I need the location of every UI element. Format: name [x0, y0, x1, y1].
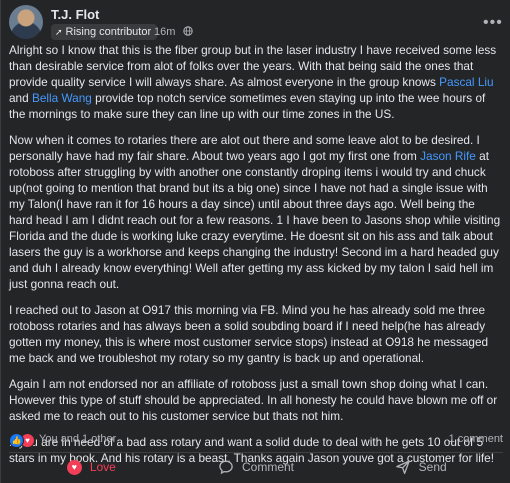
author-avatar[interactable] [9, 5, 43, 39]
love-label: Love [89, 460, 116, 474]
reaction-summary[interactable]: 👍 ♥ You and 1 other 1 comment [9, 432, 503, 448]
paragraph-4: Again I am not endorsed nor an affiliate… [9, 377, 498, 423]
send-icon [395, 460, 410, 475]
like-reaction-icon: 👍 [9, 433, 24, 448]
reaction-count[interactable]: You and 1 other [39, 433, 116, 445]
action-bar: ♥ Love Comment Send [9, 455, 503, 479]
post-timestamp[interactable]: 16m [154, 26, 175, 38]
author-name[interactable]: T.J. Flot [51, 7, 99, 22]
comment-button[interactable]: Comment [174, 455, 339, 479]
comment-icon [219, 460, 233, 475]
mention-bella-wang[interactable]: Bella Wang [32, 91, 92, 105]
send-button[interactable]: Send [338, 455, 503, 479]
mention-jason-rife[interactable]: Jason Rife [420, 149, 476, 163]
comment-count[interactable]: 1 comment [449, 433, 503, 445]
paragraph-2: Now when it comes to rotaries there are … [9, 133, 501, 291]
more-options-icon[interactable]: ••• [483, 14, 503, 32]
post-card: T.J. Flot ➚ Rising contributor · 16m •••… [0, 0, 510, 483]
badge-label: Rising contributor [65, 26, 152, 38]
separator-dot: · [147, 26, 151, 38]
mention-pascal-liu[interactable]: Pascal Liu [439, 75, 493, 89]
love-button[interactable]: ♥ Love [9, 455, 174, 479]
paragraph-3: I reached out to Jason at O917 this morn… [9, 303, 489, 365]
post-header: T.J. Flot ➚ Rising contributor · 16m ••• [9, 4, 505, 42]
post-body: Alright so I know that this is the fiber… [9, 42, 501, 476]
divider [9, 452, 503, 453]
love-icon: ♥ [66, 459, 82, 475]
rocket-icon: ➚ [55, 26, 63, 37]
send-label: Send [418, 460, 447, 474]
paragraph-1: Alright so I know that this is the fiber… [9, 43, 497, 121]
globe-icon [183, 26, 193, 36]
comment-label: Comment [242, 460, 295, 474]
rising-contributor-badge[interactable]: ➚ Rising contributor [51, 24, 158, 40]
